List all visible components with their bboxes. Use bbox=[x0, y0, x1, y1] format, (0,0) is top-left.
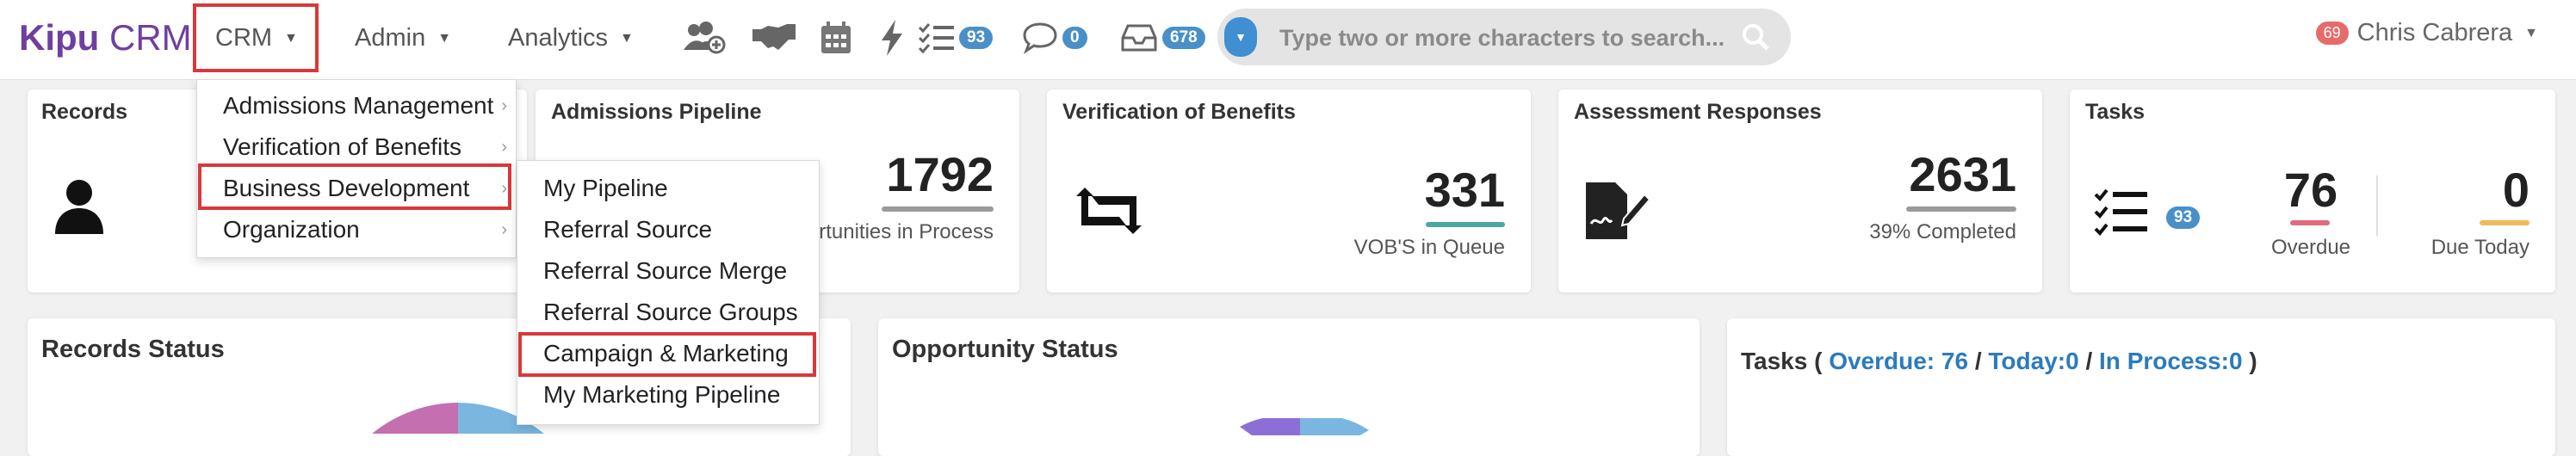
assessment-value: 2631 bbox=[1909, 147, 2016, 201]
records-status-title: Records Status bbox=[41, 336, 225, 363]
tasks-panel-suffix: ) bbox=[2242, 348, 2257, 374]
assessment-subtext: 39% Completed bbox=[1869, 220, 2016, 243]
overdue-label: Overdue bbox=[2270, 236, 2351, 259]
messages-count-badge: 0 bbox=[1062, 27, 1087, 49]
search-scope-dropdown[interactable]: ▼ bbox=[1224, 17, 1257, 57]
vob-card-title: Verification of Benefits bbox=[1062, 100, 1296, 124]
brand-name-rest: CRM bbox=[99, 17, 192, 58]
tasks-panel: Tasks ( Overdue: 76 / Today:0 / In Proce… bbox=[1727, 318, 2555, 456]
opportunity-status-pie bbox=[1171, 416, 1429, 456]
vob-underline bbox=[1426, 222, 1505, 227]
menu-item-label: My Marketing Pipeline bbox=[543, 381, 781, 408]
vob-value: 331 bbox=[1424, 163, 1505, 217]
vob-subtext: VOB'S in Queue bbox=[1353, 236, 1505, 259]
top-navbar: Kipu CRM CRM ▼ Admin ▼ Analytics ▼ 93 0 678… bbox=[0, 0, 2576, 80]
refresh-arrows-icon bbox=[1073, 186, 1145, 240]
crm-highlight-box bbox=[193, 3, 319, 72]
chevron-down-icon: ▼ bbox=[2524, 25, 2538, 40]
chevron-right-icon: › bbox=[501, 138, 507, 157]
tasks-card-badge: 93 bbox=[2166, 206, 2201, 229]
tasks-count-badge: 93 bbox=[959, 27, 994, 49]
inbox-icon[interactable]: 678 bbox=[1119, 19, 1205, 57]
nav-admin[interactable]: Admin ▼ bbox=[355, 24, 451, 52]
inbox-count-badge: 678 bbox=[1162, 27, 1205, 49]
assessment-underline bbox=[1906, 206, 2016, 212]
menu-item-my-marketing-pipeline[interactable]: My Marketing Pipeline bbox=[517, 374, 819, 416]
menu-item-verification-of-benefits[interactable]: Verification of Benefits › bbox=[197, 126, 516, 168]
lightning-icon[interactable] bbox=[880, 19, 904, 57]
menu-item-label: Referral Source bbox=[543, 216, 713, 243]
menu-item-referral-source-groups[interactable]: Referral Source Groups bbox=[517, 292, 819, 333]
nav-analytics-label: Analytics bbox=[508, 24, 609, 52]
menu-item-referral-source-merge[interactable]: Referral Source Merge bbox=[517, 250, 819, 292]
tasks-panel-sep1: / bbox=[1968, 348, 1989, 374]
admissions-card-title: Admissions Pipeline bbox=[551, 100, 762, 124]
in-process-filter-link[interactable]: In Process:0 bbox=[2099, 348, 2243, 374]
tasks-panel-title: Tasks ( Overdue: 76 / Today:0 / In Proce… bbox=[1741, 348, 2257, 375]
business-development-highlight-box bbox=[198, 163, 511, 210]
brand-name-bold: Kipu bbox=[19, 17, 100, 58]
assessment-responses-card[interactable]: Assessment Responses 2631 39% Completed bbox=[1558, 89, 2042, 293]
signed-document-icon bbox=[1584, 181, 1651, 245]
due-today-value: 0 bbox=[2502, 163, 2530, 217]
admissions-underline bbox=[882, 206, 994, 212]
brand-logo[interactable]: Kipu CRM bbox=[19, 17, 192, 59]
opportunity-status-title: Opportunity Status bbox=[892, 336, 1118, 363]
menu-item-my-pipeline[interactable]: My Pipeline bbox=[517, 168, 819, 209]
nav-admin-label: Admin bbox=[355, 24, 426, 52]
tasks-list-icon[interactable]: 93 bbox=[918, 19, 994, 57]
admissions-value: 1792 bbox=[886, 147, 994, 201]
search-input[interactable] bbox=[1278, 19, 1729, 57]
today-filter-link[interactable]: Today:0 bbox=[1988, 348, 2078, 374]
menu-item-label: Referral Source Groups bbox=[543, 299, 798, 325]
campaign-marketing-highlight-box bbox=[518, 332, 816, 377]
user-icon bbox=[53, 177, 105, 240]
opportunity-status-panel: Opportunity Status bbox=[878, 318, 1700, 456]
tasks-panel-prefix: Tasks ( bbox=[1741, 348, 1830, 374]
handshake-icon[interactable] bbox=[751, 19, 797, 57]
tasks-card-title: Tasks bbox=[2085, 100, 2146, 124]
overdue-filter-link[interactable]: Overdue: 76 bbox=[1829, 348, 1968, 374]
menu-item-admissions-management[interactable]: Admissions Management › bbox=[197, 85, 516, 126]
menu-item-label: Admissions Management bbox=[223, 92, 494, 119]
search-icon[interactable] bbox=[1741, 22, 1770, 56]
menu-item-label: My Pipeline bbox=[543, 175, 668, 201]
user-menu[interactable]: 69 Chris Cabrera ▼ bbox=[2315, 19, 2538, 47]
business-development-submenu: My Pipeline Referral Source Referral Sou… bbox=[517, 160, 820, 425]
menu-item-label: Referral Source Merge bbox=[543, 257, 788, 284]
messages-icon[interactable]: 0 bbox=[1021, 19, 1087, 57]
tasks-card[interactable]: Tasks 93 76 Overdue 0 Due Today bbox=[2070, 89, 2555, 293]
menu-item-referral-source[interactable]: Referral Source bbox=[517, 209, 819, 250]
user-name: Chris Cabrera bbox=[2356, 19, 2513, 46]
notification-badge: 69 bbox=[2315, 22, 2349, 45]
checklist-icon bbox=[2094, 188, 2149, 240]
menu-item-label: Verification of Benefits bbox=[223, 133, 462, 160]
menu-item-organization[interactable]: Organization › bbox=[197, 209, 516, 250]
chevron-right-icon: › bbox=[501, 220, 507, 239]
due-today-underline bbox=[2480, 220, 2530, 225]
menu-item-label: Organization bbox=[223, 216, 360, 243]
chevron-down-icon: ▼ bbox=[437, 31, 452, 46]
calendar-icon[interactable] bbox=[820, 19, 852, 57]
tasks-divider bbox=[2376, 176, 2378, 236]
due-today-label: Due Today bbox=[2430, 236, 2530, 259]
overdue-value: 76 bbox=[2283, 163, 2338, 217]
overdue-underline bbox=[2290, 220, 2330, 225]
records-card-title: Records bbox=[41, 100, 128, 124]
tasks-panel-sep2: / bbox=[2078, 348, 2100, 374]
vob-card[interactable]: Verification of Benefits 331 VOB'S in Qu… bbox=[1047, 89, 1531, 293]
assessment-card-title: Assessment Responses bbox=[1574, 100, 1822, 124]
users-add-icon[interactable] bbox=[682, 19, 727, 57]
chevron-right-icon: › bbox=[501, 96, 507, 115]
global-search: ▼ bbox=[1217, 9, 1791, 65]
chevron-down-icon: ▼ bbox=[620, 31, 634, 46]
nav-analytics[interactable]: Analytics ▼ bbox=[508, 24, 634, 52]
